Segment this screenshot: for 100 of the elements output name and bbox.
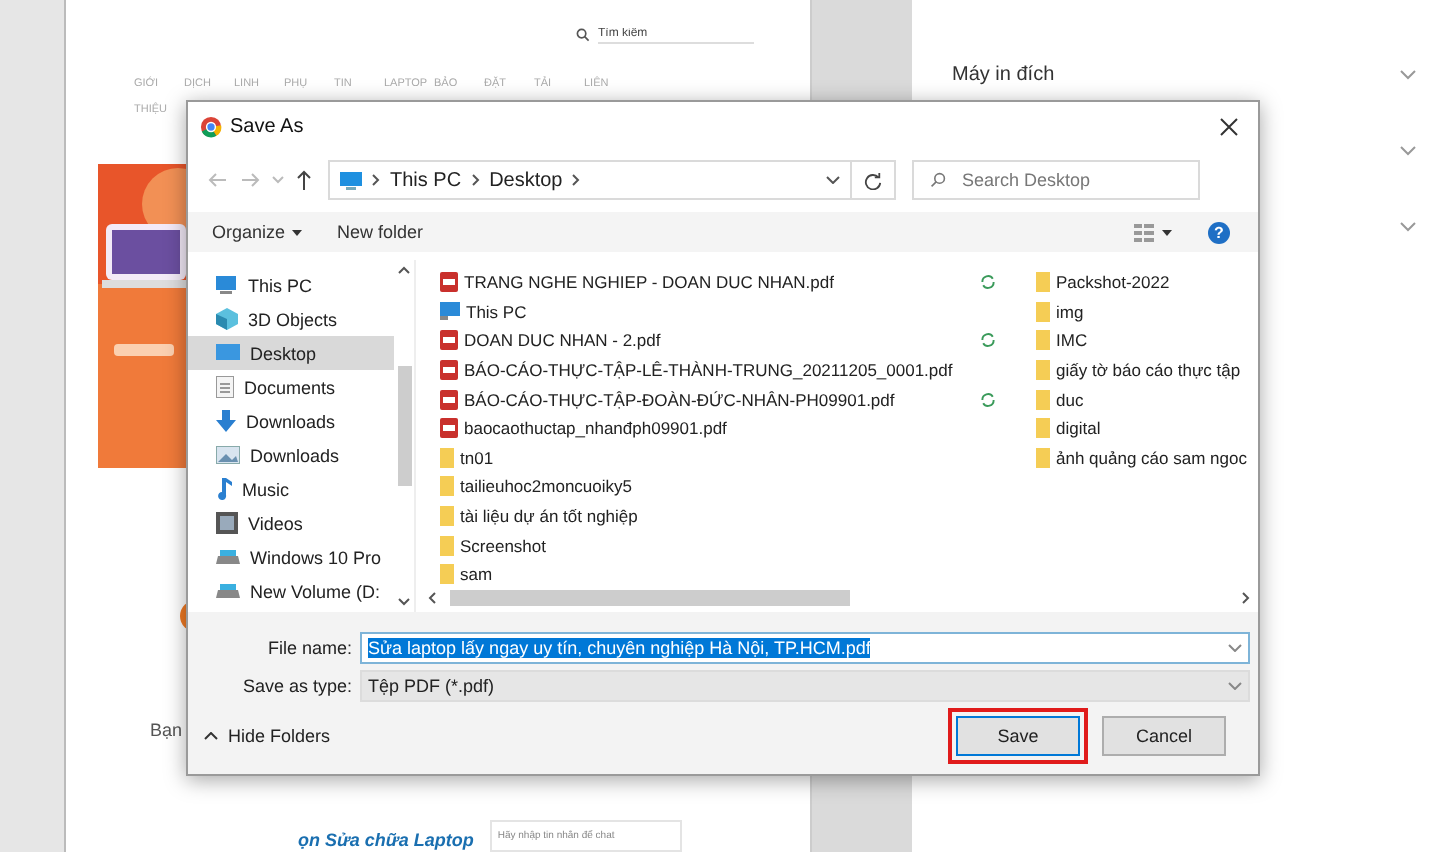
folder-tree-item[interactable]: New Volume (D: [188,574,394,608]
file-type-dropdown[interactable]: Tệp PDF (*.pdf) [360,670,1250,702]
film-icon [216,512,238,534]
file-item[interactable]: Screenshot [440,530,1036,560]
file-item[interactable]: Packshot-2022 [1036,268,1258,298]
folder-icon [440,535,454,556]
folder-icon [1036,360,1050,381]
address-bar[interactable]: This PC Desktop [328,160,852,200]
file-item[interactable]: digital [1036,413,1258,444]
folder-icon [1036,272,1050,293]
cube-icon [216,308,238,330]
folder-tree-item[interactable]: Windows 10 Pro [188,540,394,574]
sync-icon [980,332,996,349]
caret-icon [291,229,302,235]
file-item[interactable]: BÁO-CÁO-THỰC-TẬP-ĐOÀN-ĐỨC-NHÂN-PH09901.pdf [440,384,1036,414]
refresh-button[interactable] [852,160,896,200]
folder-icon [440,476,454,497]
file-item[interactable]: ảnh quảng cáo sam ngoc [1036,443,1258,473]
folder-icon [1036,301,1050,322]
chevron-up-icon[interactable] [398,266,410,274]
folder-icon [440,447,454,468]
folder-tree-item[interactable]: This PC [188,268,394,302]
view-options-button[interactable] [1134,223,1172,241]
pdf-file-icon [440,272,458,293]
desktop-icon [216,344,240,362]
drive-icon [216,549,240,565]
chevron-up-icon [204,732,218,740]
save-button[interactable]: Save [956,716,1080,756]
breadcrumb[interactable]: Desktop [489,169,563,191]
section-heading: Bạn [150,720,183,740]
computer-icon [440,302,460,321]
sync-icon [980,274,996,291]
back-arrow-icon[interactable] [208,172,228,188]
file-item[interactable]: baocaothuctap_nhanđph09901.pdf [440,413,1036,444]
chevron-down-icon[interactable] [1228,644,1242,652]
computer-icon [216,276,238,294]
file-item[interactable]: tài liệu dự án tốt nghiệp [440,501,1036,531]
chevron-down-icon [1228,682,1242,690]
folder-icon [1036,447,1050,468]
chevron-right-icon [572,174,581,186]
cancel-button[interactable]: Cancel [1102,716,1226,756]
file-item[interactable]: BÁO-CÁO-THỰC-TẬP-LÊ-THÀNH-TRUNG_20211205_0001.pdf [440,355,1036,385]
download-icon [216,410,236,432]
folder-icon [1036,330,1050,351]
chevron-right-icon [471,174,480,186]
file-item[interactable]: duc [1036,384,1258,414]
file-item[interactable]: sam [440,559,1036,590]
folder-tree-item[interactable]: Desktop [188,336,394,370]
folder-icon [1036,389,1050,410]
search-field[interactable]: Search Desktop [912,160,1200,200]
folder-tree-item[interactable]: 3D Objects [188,302,394,336]
document-icon [216,376,234,398]
file-item[interactable]: TRANG NGHE NGHIEP - DOAN DUC NHAN.pdf [440,268,1036,298]
search-icon [576,28,590,42]
file-item[interactable]: tn01 [440,443,1036,473]
up-arrow-icon[interactable] [296,170,312,190]
music-note-icon [216,478,232,500]
forward-arrow-icon[interactable] [240,172,260,188]
chevron-down-icon[interactable] [398,598,410,606]
drive-icon [216,583,240,599]
file-item[interactable]: DOAN DUC NHAN - 2.pdf [440,326,1036,356]
folder-tree-item[interactable]: Music [188,472,394,506]
refresh-icon [864,171,882,189]
file-name-field[interactable]: Sửa laptop lấy ngay uy tín, chuyên nghiệp Hà Nội, TP.HCM.pdf [360,632,1250,664]
folder-tree-item[interactable]: Downloads [188,404,394,438]
file-item[interactable]: giấy tờ báo cáo thực tập [1036,355,1258,385]
search-icon [930,172,946,188]
breadcrumb[interactable]: This PC [390,169,462,191]
pdf-file-icon [440,418,458,439]
scrollbar-thumb[interactable] [397,366,411,486]
article-title: ọn Sửa chữa Laptop [298,830,474,850]
setting-label: Máy in đích [952,63,1055,85]
chevron-right-icon [372,174,380,186]
chevron-left-icon[interactable] [428,592,436,605]
chevron-down-icon[interactable] [826,176,840,184]
help-button[interactable]: ? [1208,221,1230,243]
caret-icon [1162,229,1172,235]
close-icon[interactable] [1220,117,1238,135]
new-folder-button[interactable]: New folder [337,222,424,242]
scrollbar-thumb[interactable] [450,590,850,607]
file-item[interactable]: tailieuhoc2moncuoiky5 [440,472,1036,502]
file-item[interactable]: This PC [440,297,1036,327]
folder-tree-item[interactable]: Videos [188,506,394,540]
image-icon [216,446,240,464]
dialog-title: Save As [230,115,304,137]
field-label: File name: [265,638,354,658]
chevron-right-icon[interactable] [1242,592,1250,605]
browser-icon [200,115,222,137]
sync-icon [980,391,996,408]
hide-folders-button[interactable]: Hide Folders [204,726,331,746]
file-item[interactable]: IMC [1036,326,1258,356]
folder-icon [440,506,454,527]
folder-tree-item[interactable]: Documents [188,370,394,404]
pdf-file-icon [440,330,458,351]
folder-tree-item[interactable]: Downloads [188,438,394,472]
pdf-file-icon [440,389,458,410]
organize-menu[interactable]: Organize [212,222,302,242]
folder-icon [1036,418,1050,439]
file-item[interactable]: img [1036,297,1258,327]
pdf-file-icon [440,360,458,381]
